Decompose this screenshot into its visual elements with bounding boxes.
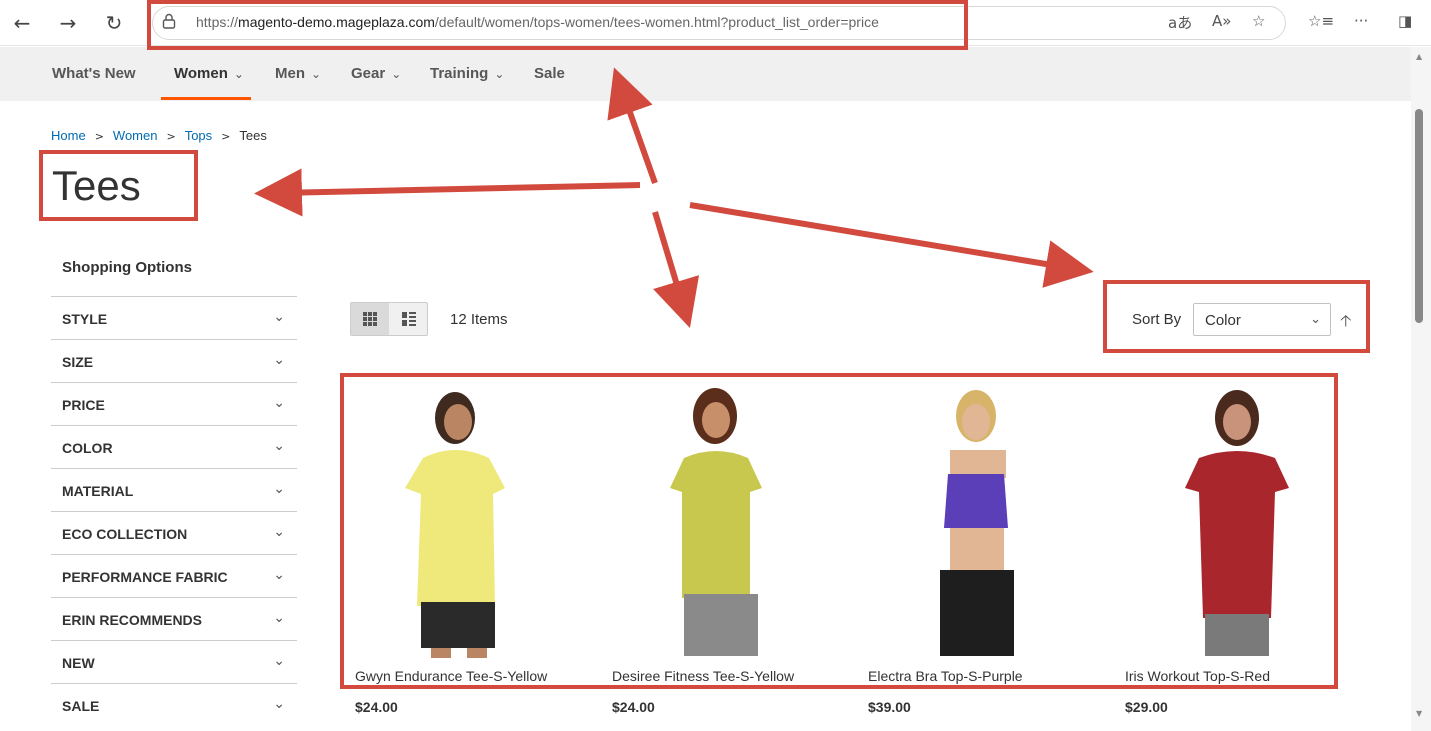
annotation-box-url xyxy=(147,0,968,50)
annotation-box-title xyxy=(39,150,198,221)
favorites-list-icon[interactable]: ☆≡ xyxy=(1308,12,1334,30)
forward-icon[interactable]: → xyxy=(54,9,82,37)
scroll-up-icon[interactable]: ▲ xyxy=(1416,52,1422,61)
arrow-to-title xyxy=(254,168,641,217)
filter-label: COLOR xyxy=(62,440,113,456)
filter-label: ERIN RECOMMENDS xyxy=(62,612,203,628)
more-menu-icon[interactable]: ··· xyxy=(1354,12,1368,30)
reload-icon[interactable]: ↻ xyxy=(100,9,128,37)
chevron-down-icon: ⌄ xyxy=(311,67,322,81)
scroll-down-icon[interactable]: ▼ xyxy=(1416,709,1422,718)
filter-performance-fabric[interactable]: PERFORMANCE FABRIC ⌄ xyxy=(51,554,297,597)
shopping-options-title: Shopping Options xyxy=(62,259,192,276)
chevron-down-icon: ⌄ xyxy=(273,395,285,411)
favorite-star-icon[interactable]: ☆ xyxy=(1252,12,1265,30)
annotation-box-products xyxy=(340,373,1338,689)
product-price: $24.00 xyxy=(612,699,655,715)
nav-item-men[interactable]: Men ⌄ xyxy=(275,65,321,82)
breadcrumb-current: Tees xyxy=(239,128,267,143)
sidebar-icon[interactable]: ◨ xyxy=(1398,12,1412,30)
grid-view-button[interactable] xyxy=(351,303,389,335)
annotation-box-sort xyxy=(1103,280,1370,353)
chevron-down-icon: ⌄ xyxy=(494,67,505,81)
arrow-to-products xyxy=(652,211,700,328)
filter-eco-collection[interactable]: ECO COLLECTION ⌄ xyxy=(51,511,297,554)
chevron-down-icon: ⌄ xyxy=(273,653,285,669)
breadcrumb-home[interactable]: Home xyxy=(51,128,86,143)
filter-size[interactable]: SIZE ⌄ xyxy=(51,339,297,382)
filter-label: SIZE xyxy=(62,354,94,370)
chevron-down-icon: ⌄ xyxy=(273,567,285,583)
chevron-down-icon: ⌄ xyxy=(273,610,285,626)
view-mode-switcher xyxy=(350,302,428,336)
filter-label: MATERIAL xyxy=(62,483,134,499)
chevron-right-icon: > xyxy=(94,130,104,143)
chevron-down-icon: ⌄ xyxy=(273,524,285,540)
chevron-down-icon: ⌄ xyxy=(391,67,402,81)
filter-label: NEW xyxy=(62,655,95,671)
read-aloud-icon[interactable]: A» xyxy=(1212,12,1231,30)
nav-active-indicator xyxy=(161,97,251,100)
back-icon[interactable]: ← xyxy=(8,9,36,37)
breadcrumb-women[interactable]: Women xyxy=(113,128,158,143)
filter-label: PERFORMANCE FABRIC xyxy=(62,569,228,585)
filter-sale[interactable]: SALE ⌄ xyxy=(51,683,297,726)
page-scrollbar[interactable]: ▲ ▼ xyxy=(1411,47,1431,731)
nav-item-sale[interactable]: Sale xyxy=(534,65,565,82)
chevron-down-icon: ⌄ xyxy=(273,352,285,368)
list-icon xyxy=(402,312,416,326)
nav-item-whats-new[interactable]: What's New xyxy=(52,65,136,82)
filter-label: STYLE xyxy=(62,311,108,327)
translate-icon[interactable]: aあ xyxy=(1168,12,1192,33)
product-price: $29.00 xyxy=(1125,699,1168,715)
main-navigation: What's New Women ⌄ Men ⌄ Gear ⌄ Training ⌄ S… xyxy=(0,47,1411,101)
chevron-down-icon: ⌄ xyxy=(273,481,285,497)
breadcrumb-tops[interactable]: Tops xyxy=(185,128,212,143)
product-price: $39.00 xyxy=(868,699,911,715)
chevron-right-icon: > xyxy=(166,130,176,143)
filter-label: ECO COLLECTION xyxy=(62,526,188,542)
arrow-to-url xyxy=(607,67,658,185)
chevron-down-icon: ⌄ xyxy=(273,309,285,325)
chevron-down-icon: ⌄ xyxy=(233,67,244,81)
filter-new[interactable]: NEW ⌄ xyxy=(51,640,297,683)
filter-label: PRICE xyxy=(62,397,105,413)
chevron-down-icon: ⌄ xyxy=(273,438,285,454)
scrollbar-thumb[interactable] xyxy=(1415,109,1423,323)
chevron-down-icon: ⌄ xyxy=(273,696,285,712)
grid-icon xyxy=(363,312,377,326)
breadcrumb: Home > Women > Tops > Tees xyxy=(51,128,267,143)
chevron-right-icon: > xyxy=(221,130,231,143)
filter-price[interactable]: PRICE ⌄ xyxy=(51,382,297,425)
item-count: 12 Items xyxy=(450,311,508,328)
product-price: $24.00 xyxy=(355,699,398,715)
filter-color[interactable]: COLOR ⌄ xyxy=(51,425,297,468)
filter-label: SALE xyxy=(62,698,100,714)
nav-item-training[interactable]: Training ⌄ xyxy=(430,65,504,82)
nav-item-women[interactable]: Women ⌄ xyxy=(174,65,244,82)
nav-item-gear[interactable]: Gear ⌄ xyxy=(351,65,401,82)
list-view-button[interactable] xyxy=(390,303,428,335)
arrow-to-sort xyxy=(689,202,1094,288)
filter-erin-recommends[interactable]: ERIN RECOMMENDS ⌄ xyxy=(51,597,297,640)
filter-list: STYLE ⌄ SIZE ⌄ PRICE ⌄ COLOR ⌄ MATERIAL ⌄ ECO… xyxy=(51,296,297,726)
filter-material[interactable]: MATERIAL ⌄ xyxy=(51,468,297,511)
filter-style[interactable]: STYLE ⌄ xyxy=(51,296,297,339)
